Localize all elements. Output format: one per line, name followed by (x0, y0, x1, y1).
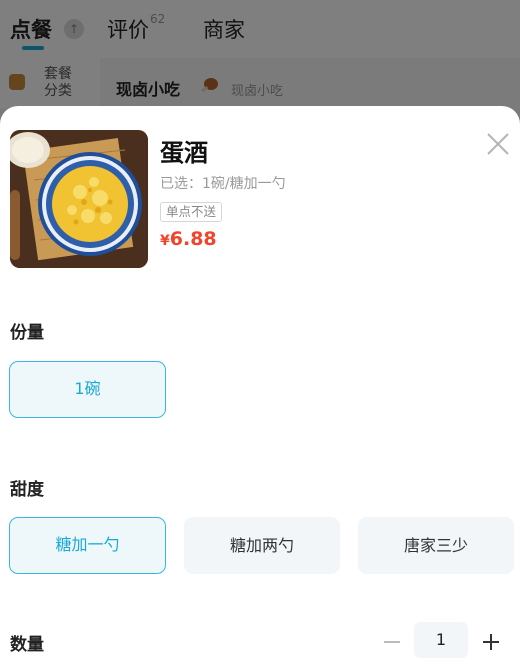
price-value: 6.88 (169, 228, 217, 250)
quantity-title: 数量 (10, 635, 44, 655)
close-icon[interactable] (484, 130, 512, 158)
portion-option-1-bowl[interactable]: 1碗 (9, 361, 166, 418)
sweetness-option-tangjia[interactable]: 唐家三少 (358, 517, 514, 574)
selected-options-summary: 已选：1碗/糖加一勺 (160, 176, 286, 192)
sweetness-option-one-spoon[interactable]: 糖加一勺 (9, 517, 166, 574)
quantity-value[interactable]: 1 (414, 622, 468, 658)
plus-icon[interactable] (479, 624, 503, 660)
portion-title: 份量 (10, 323, 44, 343)
not-delivered-alone-tag: 单点不送 (160, 202, 223, 222)
egg-wine-bowl-image (10, 130, 148, 268)
product-image (10, 130, 148, 268)
product-price: ¥6.88 (160, 228, 217, 250)
sweetness-option-two-spoons[interactable]: 糖加两勺 (184, 517, 340, 574)
product-options-sheet: 蛋酒 已选：1碗/糖加一勺 单点不送 ¥6.88 份量 1碗 甜度 糖加一勺 糖… (0, 106, 520, 668)
minus-icon[interactable] (380, 624, 404, 660)
price-currency: ¥ (160, 233, 170, 249)
sweetness-title: 甜度 (10, 480, 44, 500)
product-name: 蛋酒 (160, 139, 208, 167)
